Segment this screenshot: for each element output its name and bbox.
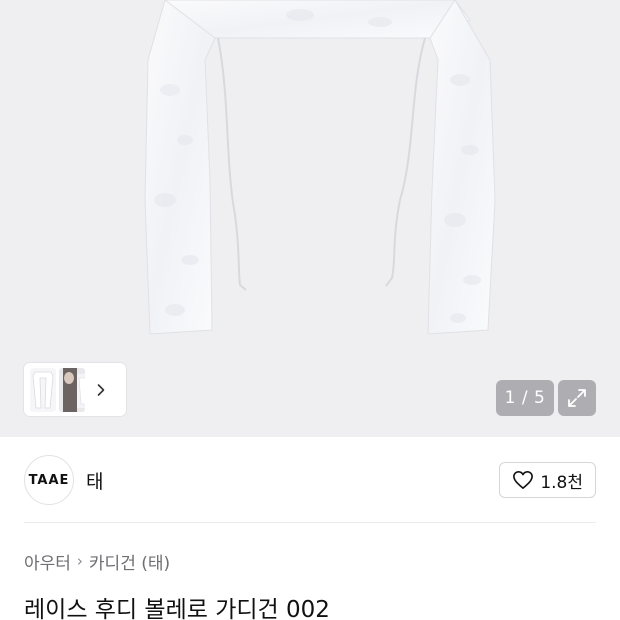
expand-button[interactable]: [558, 380, 596, 416]
like-count: 1.8천: [540, 472, 583, 493]
thumbnail-model-photo[interactable]: [59, 367, 85, 412]
chevron-right-icon[interactable]: [94, 383, 108, 397]
thumbnail-strip[interactable]: [24, 363, 126, 416]
breadcrumb-item-cardigan[interactable]: 카디건 (태): [89, 549, 170, 574]
breadcrumb-separator: ›: [76, 552, 83, 570]
thumbnail-product-flat[interactable]: [30, 367, 56, 412]
brand-row: TAAE 태 1.8천: [24, 454, 596, 506]
breadcrumb: 아우터 › 카디건 (태): [24, 549, 170, 574]
like-button[interactable]: 1.8천: [499, 462, 596, 498]
image-counter: 1 / 5: [496, 380, 554, 416]
breadcrumb-item-outer[interactable]: 아우터: [24, 549, 71, 574]
product-title: 레이스 후디 볼레로 가디건 002: [24, 597, 330, 620]
heart-outline-icon: [513, 471, 534, 489]
brand-logo[interactable]: TAAE: [24, 455, 74, 505]
product-image-gallery[interactable]: 1 / 5: [0, 0, 620, 437]
brand-name[interactable]: 태: [86, 467, 103, 494]
expand-icon: [568, 389, 586, 407]
divider: [24, 522, 596, 523]
